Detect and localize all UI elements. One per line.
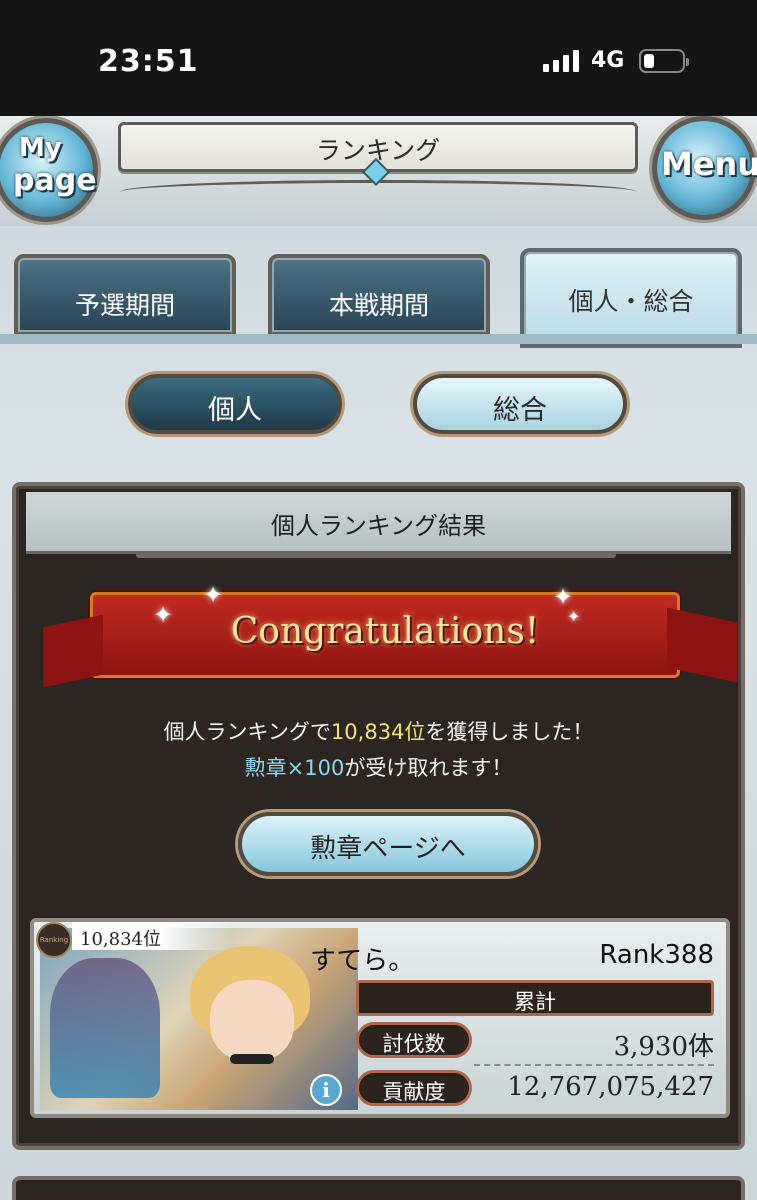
info-icon[interactable]: i (310, 1074, 342, 1106)
result-rank-highlight: 10,834位 (330, 720, 426, 744)
sparkle-icon: ✦ (153, 601, 174, 629)
subtab-individual[interactable]: 個人 (128, 374, 342, 434)
result-message-prefix: 個人ランキングで (163, 720, 331, 744)
character-art-secondary (50, 958, 160, 1098)
mypage-label-line2: page (13, 163, 97, 198)
reward-message-suffix: が受け取れます！ (344, 756, 513, 780)
ranking-type-tabs: 個人 総合 (0, 374, 757, 440)
result-message-line1: 個人ランキングで10,834位を獲得しました！ (16, 716, 741, 746)
stat-value-contribution: 12,767,075,427 (507, 1072, 714, 1102)
ranking-emblem-icon: Ranking (36, 922, 72, 958)
tab-qualifying[interactable]: 予選期間 (14, 254, 236, 336)
tab-divider (0, 334, 757, 344)
player-name: すてら。 (310, 946, 415, 976)
mypage-label-line1: My (19, 133, 62, 163)
period-tabs: 予選期間 本戦期間 個人・総合 (0, 248, 757, 348)
game-screen: ランキング My page Menu 予選期間 本戦期間 個人・総合 個人 総合… (0, 116, 757, 1200)
status-bar: 23:51 4G (0, 0, 757, 116)
reward-highlight: 勲章×100 (244, 756, 345, 780)
result-message-suffix: を獲得しました！ (425, 720, 594, 744)
next-panel-edge (12, 1176, 745, 1200)
stat-label-kills: 討伐数 (356, 1022, 472, 1058)
subtab-total[interactable]: 総合 (413, 374, 627, 434)
sparkle-icon: ✦ (567, 607, 581, 626)
cumulative-label: 累計 (356, 980, 714, 1016)
player-card[interactable]: i Ranking 10,834位 すてら。 Rank388 累計 討伐数 3,… (30, 918, 730, 1118)
status-time: 23:51 (98, 44, 199, 79)
medal-page-button[interactable]: 勲章ページへ (238, 812, 538, 876)
battery-icon (639, 49, 689, 73)
mypage-button[interactable]: My page (0, 118, 98, 222)
stat-divider (474, 1064, 714, 1066)
character-art-face (210, 980, 294, 1062)
tab-individual-total[interactable]: 個人・総合 (520, 248, 742, 348)
rank-position: 10,834位 (72, 922, 232, 950)
stat-label-contribution: 貢献度 (356, 1070, 472, 1106)
menu-label: Menu (661, 145, 757, 183)
banner-ribbon-right (667, 607, 737, 683)
result-message-line2: 勲章×100が受け取れます！ (16, 752, 741, 782)
panel-ornament (136, 552, 616, 558)
sparkle-icon: ✦ (203, 581, 224, 609)
congratulations-banner: Congratulations! ✦ ✦ ✦ ✦ (43, 581, 737, 688)
panel-title: 個人ランキング結果 (270, 512, 487, 540)
signal-icon (543, 50, 579, 72)
stat-value-kills: 3,930体 (613, 1032, 714, 1062)
menu-button[interactable]: Menu (652, 116, 757, 220)
header-ornament (120, 180, 637, 210)
ranking-result-panel: 個人ランキング結果 Congratulations! ✦ ✦ ✦ ✦ 個人ランキ… (12, 482, 745, 1150)
player-rank: Rank388 (599, 940, 714, 970)
tab-main-battle[interactable]: 本戦期間 (268, 254, 490, 336)
character-art-choker (230, 1054, 274, 1064)
network-type: 4G (591, 48, 625, 73)
header: ランキング My page Menu (0, 116, 757, 226)
banner-text: Congratulations! (230, 611, 540, 652)
panel-title-bar: 個人ランキング結果 (26, 492, 731, 554)
